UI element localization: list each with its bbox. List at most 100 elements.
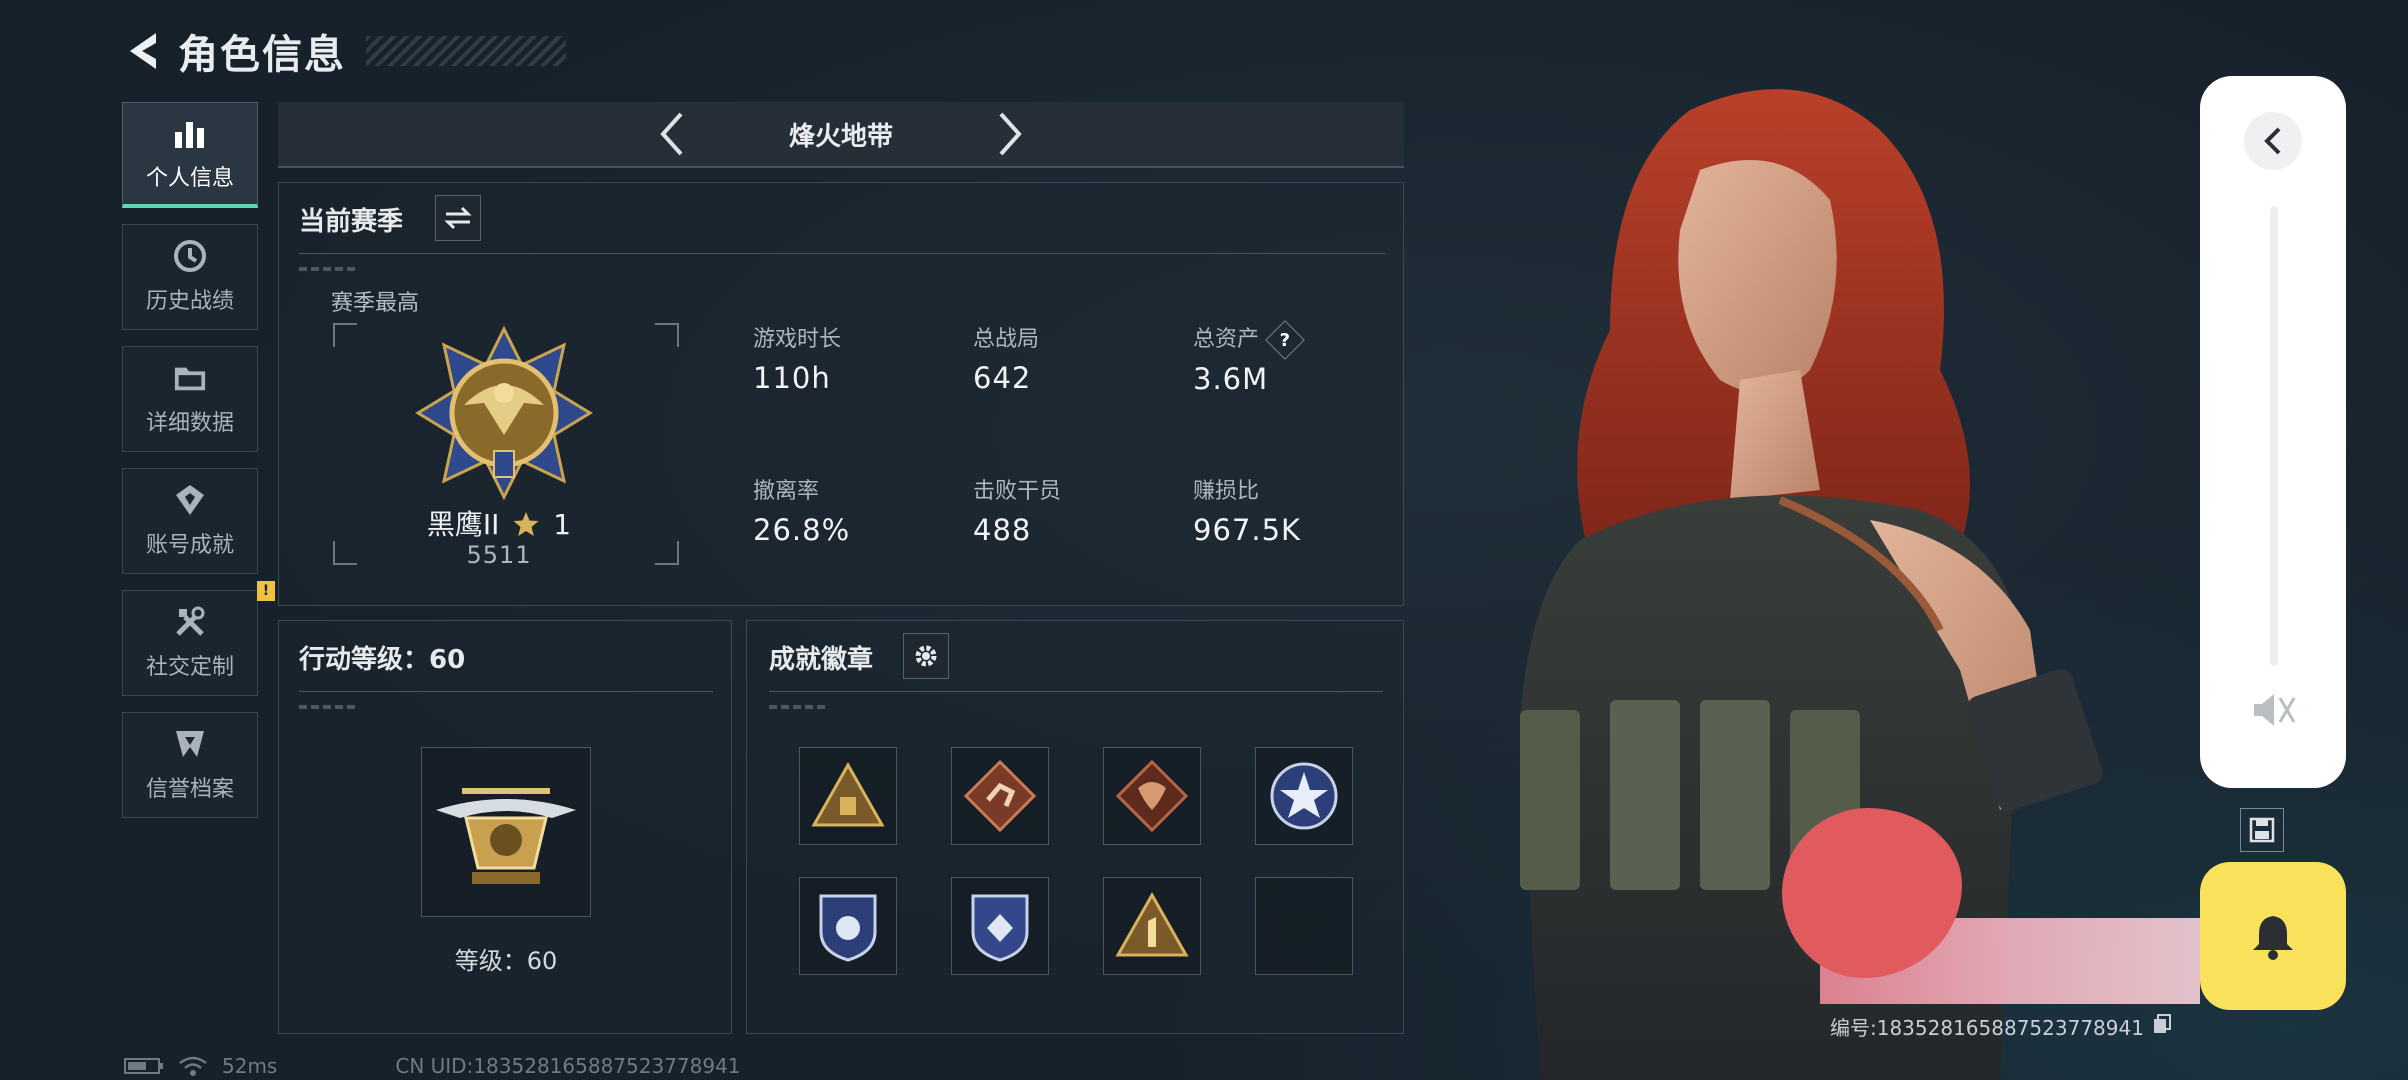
player-id: 编号:18352816588752377894​1: [1830, 1016, 2144, 1040]
sidebar-item-social[interactable]: 社交定制 !: [122, 581, 275, 696]
badge-slot-empty[interactable]: [1255, 877, 1353, 975]
stat-label: 游戏时长: [753, 327, 842, 352]
player-id-row: 编号:18352816588752377894​1: [1830, 1012, 2172, 1041]
stat-value: 110h: [753, 361, 831, 395]
achievements-panel: 成就徽章: [746, 620, 1404, 1034]
badge-slot[interactable]: [1103, 877, 1201, 975]
stat-value: 967.5K: [1193, 513, 1302, 547]
ping-value: 52ms: [222, 1054, 278, 1078]
divider-dash: [299, 267, 359, 271]
triangle-number-one-badge-icon: [1115, 891, 1189, 957]
bar-chart-icon: [173, 116, 207, 150]
divider: [299, 691, 713, 692]
frame-corner: [655, 323, 679, 347]
achievement-settings-button[interactable]: [903, 633, 949, 679]
sidebar-item-personal-info[interactable]: 个人信息: [122, 102, 258, 208]
sidebar-item-reputation[interactable]: 信誉档案: [122, 712, 258, 818]
achievements-title: 成就徽章: [769, 645, 874, 675]
help-button[interactable]: ?: [1265, 320, 1305, 360]
shield-badge-blue-icon: [819, 894, 877, 962]
volume-slider[interactable]: [2270, 206, 2278, 666]
sidebar-item-label: 个人信息: [145, 165, 234, 191]
sidebar-item-label: 账号成就: [145, 533, 234, 558]
stat-value: 26.8%: [753, 513, 851, 547]
rank-emblem-icon: [415, 325, 593, 501]
season-panel: 当前赛季 赛季最高 黑鹰II 1 5511 游戏时长 110h 总战局 642 …: [278, 182, 1404, 606]
folder-icon: [173, 361, 207, 395]
prev-mode-button[interactable]: [651, 107, 691, 161]
chevron-right-icon: [999, 112, 1022, 156]
collapse-panel-button[interactable]: [2244, 112, 2302, 170]
gear-icon: [915, 645, 937, 667]
stat-label-row: 总资产?: [1193, 320, 1305, 360]
badge-slot[interactable]: [1103, 747, 1201, 845]
stat-value: 3.6M: [1193, 362, 1269, 396]
stat-total-assets: 总资产? 3.6M: [1193, 320, 1305, 396]
tools-icon: [173, 605, 207, 639]
divider: [299, 253, 1385, 254]
alert-badge: !: [257, 581, 275, 601]
divider-dash: [299, 705, 359, 709]
sidebar-item-details[interactable]: 详细数据: [122, 346, 258, 452]
battery-icon: [124, 1058, 163, 1074]
badge-slot[interactable]: [951, 877, 1049, 975]
badge-slot[interactable]: [1255, 747, 1353, 845]
sidebar-item-label: 信誉档案: [145, 777, 234, 802]
badge-slot[interactable]: [799, 747, 897, 845]
divider: [769, 691, 1383, 692]
bell-icon: [2253, 916, 2293, 960]
shield-badge-diamond-icon: [971, 894, 1029, 962]
badge-slot[interactable]: [951, 747, 1049, 845]
stat-value: 488: [973, 513, 1032, 547]
rank-stars: 1: [553, 508, 572, 541]
header-decoration: [366, 36, 566, 66]
season-title: 当前赛季: [299, 207, 404, 237]
save-button[interactable]: [2240, 808, 2284, 852]
stat-value: 642: [973, 361, 1032, 395]
rank-name-row: 黑鹰II 1: [349, 503, 649, 543]
sidebar-item-history[interactable]: 历史战绩: [122, 224, 258, 330]
mute-button[interactable]: [2250, 688, 2296, 736]
rank-name: 黑鹰II: [426, 508, 500, 541]
frame-corner: [655, 541, 679, 565]
copy-id-button[interactable]: [2152, 1013, 2172, 1040]
stat-label: 击败干员: [973, 479, 1062, 504]
switch-season-button[interactable]: [435, 195, 481, 241]
back-button[interactable]: [120, 24, 164, 78]
mode-title: 烽火地带: [788, 121, 893, 152]
next-mode-button[interactable]: [991, 107, 1031, 161]
copy-icon: [2153, 1014, 2171, 1033]
history-icon: [173, 239, 207, 273]
sidebar-item-label: 社交定制: [145, 655, 234, 680]
stat-profit-ratio: 赚损比 967.5K: [1193, 473, 1301, 547]
question-icon: ?: [1279, 329, 1291, 351]
achievement-icon: [173, 483, 207, 517]
level-title: 行动等级：60: [299, 645, 466, 675]
divider-dash: [769, 705, 829, 709]
stat-extract-rate: 撤离率 26.8%: [753, 473, 850, 547]
shield-mark-icon: [173, 727, 207, 761]
swap-icon: [444, 206, 472, 230]
back-arrow-icon: [130, 33, 156, 69]
mute-icon: [2254, 694, 2296, 726]
stat-total-matches: 总战局 642: [973, 321, 1039, 395]
stat-label: 总资产: [1193, 327, 1260, 352]
sidebar-item-label: 历史战绩: [145, 289, 234, 314]
floating-control-panel: [2200, 76, 2346, 788]
notification-button[interactable]: [2200, 862, 2346, 1010]
season-best-label: 赛季最高: [331, 291, 420, 316]
sidebar-item-label: 详细数据: [145, 411, 234, 436]
sidebar: 个人信息 历史战绩 详细数据 账号成就 社交定制 ! 信誉档案: [122, 102, 275, 834]
star-round-badge-icon: [1270, 762, 1338, 830]
wifi-icon: [179, 1056, 207, 1076]
dragon-diamond-badge-icon: [1115, 759, 1189, 833]
badge-slot[interactable]: [799, 877, 897, 975]
stat-play-time: 游戏时长 110h: [753, 321, 841, 395]
stat-label: 撤离率: [753, 479, 820, 504]
page-header: 角色信息: [120, 22, 566, 80]
triangle-rank-badge-icon: [811, 761, 885, 827]
level-emblem-frame: [421, 747, 591, 917]
stat-label: 总战局: [973, 327, 1040, 352]
frame-corner: [333, 323, 357, 347]
sidebar-item-achievements[interactable]: 账号成就: [122, 468, 258, 574]
